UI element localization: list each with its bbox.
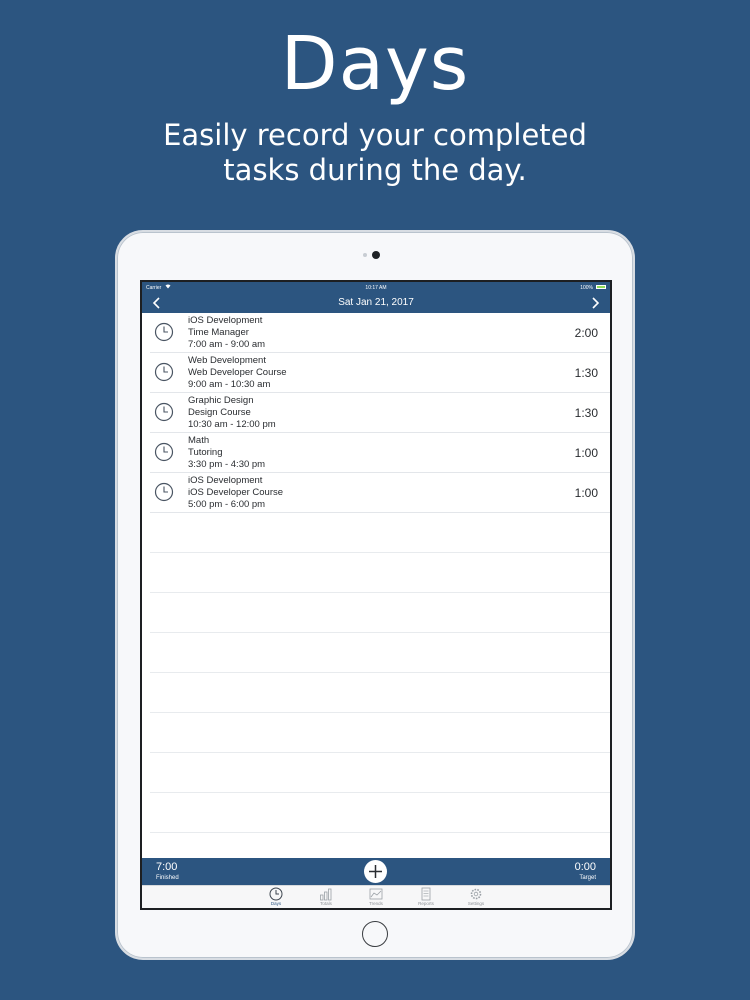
tab-days[interactable]: Days (256, 887, 296, 908)
plus-icon (369, 865, 382, 878)
empty-row (142, 633, 610, 673)
gear-icon (470, 888, 482, 900)
tab-label: Days (270, 901, 282, 906)
target-total: 0:00 (574, 861, 596, 873)
task-project: Web Developer Course (188, 367, 287, 378)
home-button[interactable] (362, 921, 388, 947)
next-day-button[interactable] (588, 295, 602, 311)
task-duration: 1:00 (574, 446, 598, 460)
tab-settings[interactable]: Settings (456, 887, 496, 908)
task-row[interactable]: iOS Development Time Manager 7:00 am - 9… (142, 313, 610, 353)
task-duration: 1:30 (574, 406, 598, 420)
task-project: iOS Developer Course (188, 487, 284, 498)
task-category: Graphic Design (188, 395, 254, 406)
promo-subtitle-line-1: Easily record your completed (163, 118, 587, 152)
status-time: 10:17 AM (365, 285, 387, 291)
promo-subtitle: Easily record your completed tasks durin… (0, 118, 750, 188)
target-label: Target (579, 875, 596, 881)
clock-icon (154, 442, 174, 462)
task-category: iOS Development (188, 315, 263, 326)
task-row[interactable]: iOS Development iOS Developer Course 5:0… (142, 473, 610, 513)
tab-reports[interactable]: Reports (406, 887, 446, 908)
add-task-button[interactable] (364, 860, 387, 883)
row-divider (150, 832, 610, 833)
task-row[interactable]: Web Development Web Developer Course 9:0… (142, 353, 610, 393)
task-duration: 1:00 (574, 486, 598, 500)
empty-row (142, 793, 610, 833)
empty-row (142, 753, 610, 793)
clock-icon (154, 402, 174, 422)
tab-trends[interactable]: Trends (356, 887, 396, 908)
tab-bar: Days Totals Trends Reports Settings (142, 885, 610, 908)
empty-row (142, 713, 610, 753)
nav-bar: Sat Jan 21, 2017 (142, 293, 610, 313)
summary-bar: 7:00 Finished 0:00 Target (142, 858, 610, 885)
task-time-range: 7:00 am - 9:00 am (188, 339, 266, 350)
tab-label: Totals (320, 901, 332, 906)
promo-subtitle-line-2: tasks during the day. (223, 153, 527, 187)
nav-date-title: Sat Jan 21, 2017 (338, 297, 414, 308)
tab-totals[interactable]: Totals (306, 887, 346, 908)
task-category: Math (188, 435, 210, 446)
app-screen: Carrier 10:17 AM 100% Sat Jan 21, 2017 i… (140, 280, 612, 910)
task-row[interactable]: Math Tutoring 3:30 pm - 4:30 pm 1:00 (142, 433, 610, 473)
empty-row (142, 513, 610, 553)
bar-chart-icon (320, 888, 332, 901)
task-project: Design Course (188, 407, 251, 418)
tab-label: Reports (418, 901, 434, 906)
finished-total: 7:00 (156, 861, 178, 873)
front-camera (372, 251, 380, 259)
task-project: Time Manager (188, 327, 249, 338)
tab-label: Settings (467, 901, 485, 906)
empty-row (142, 673, 610, 713)
chevron-right-icon (592, 297, 600, 309)
empty-row (142, 593, 610, 633)
clock-icon (154, 322, 174, 342)
task-category: iOS Development (188, 475, 263, 486)
document-icon (421, 887, 431, 901)
ipad-frame: Carrier 10:17 AM 100% Sat Jan 21, 2017 i… (115, 230, 635, 960)
task-category: Web Development (188, 355, 266, 366)
clock-icon (269, 887, 283, 901)
task-row[interactable]: Graphic Design Design Course 10:30 am - … (142, 393, 610, 433)
task-time-range: 5:00 pm - 6:00 pm (188, 499, 266, 510)
task-time-range: 10:30 am - 12:00 pm (188, 419, 276, 430)
status-bar: Carrier 10:17 AM 100% (142, 282, 610, 293)
tab-label: Trends (369, 901, 383, 906)
clock-icon (154, 482, 174, 502)
task-time-range: 9:00 am - 10:30 am (188, 379, 271, 390)
battery-percent: 100% (580, 285, 593, 291)
finished-label: Finished (156, 875, 179, 881)
task-project: Tutoring (188, 447, 223, 458)
task-list: iOS Development Time Manager 7:00 am - 9… (142, 313, 610, 858)
task-duration: 2:00 (574, 326, 598, 340)
promo-title: Days (280, 21, 470, 107)
battery-icon (596, 285, 606, 289)
clock-icon (154, 362, 174, 382)
task-duration: 1:30 (574, 366, 598, 380)
task-time-range: 3:30 pm - 4:30 pm (188, 459, 266, 470)
line-chart-icon (369, 888, 383, 900)
empty-row (142, 553, 610, 593)
ambient-sensor (363, 253, 367, 257)
